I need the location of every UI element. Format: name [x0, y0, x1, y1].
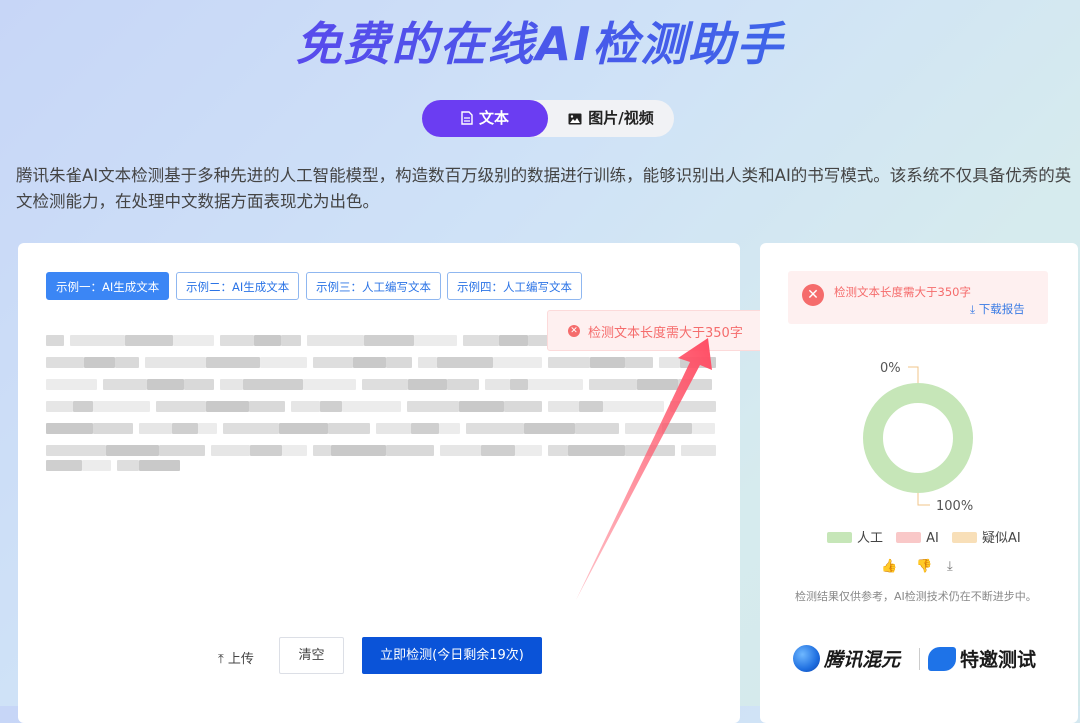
legend-swatch-ai	[896, 532, 922, 543]
label-leader-zero	[908, 366, 919, 383]
hunyuan-logo: 腾讯混元	[793, 645, 900, 672]
legend-item-human[interactable]: 人工	[827, 527, 883, 546]
result-disclaimer: 检测结果仅供参考，AI检测技术仍在不断进步中。	[795, 590, 1037, 603]
legend-item-ai[interactable]: AI	[896, 531, 939, 546]
upload-button[interactable]: ⤒ 上传	[218, 648, 254, 667]
download-icon[interactable]: ⤓	[947, 559, 953, 574]
label-leader-hundred	[917, 493, 930, 506]
legend-swatch-human	[827, 532, 852, 543]
upload-label: 上传	[227, 652, 254, 667]
legend-swatch-suspected-ai	[952, 532, 978, 543]
upload-icon: ⤒	[218, 652, 224, 667]
data-label-hundred: 100%	[936, 499, 973, 514]
hunyuan-logo-mark	[793, 645, 820, 672]
hunyuan-logo-text: 腾讯混元	[824, 649, 901, 671]
result-donut-chart: 0% 100%	[863, 361, 973, 514]
invited-test-logo: 特邀测试	[928, 645, 1036, 672]
error-icon: ✕	[802, 284, 824, 306]
legend-label-suspected-ai: 疑似AI	[982, 531, 1021, 546]
invited-test-logo-text: 特邀测试	[960, 649, 1037, 671]
slice-human[interactable]	[863, 383, 973, 493]
legend-item-suspected-ai[interactable]: 疑似AI	[952, 527, 1021, 546]
invited-test-logo-mark	[928, 647, 956, 671]
legend-label-ai: AI	[926, 531, 939, 546]
result-alert: ✕ 检测文本长度需大于350字 ⤓ 下载报告	[788, 271, 1048, 324]
result-alert-message: 检测文本长度需大于350字	[834, 285, 971, 299]
legend-label-human: 人工	[857, 531, 884, 546]
thumbs-up-icon[interactable]: 👍	[881, 559, 897, 574]
download-icon: ⤓	[970, 302, 976, 316]
logo-divider	[919, 648, 920, 670]
clear-button[interactable]: 清空	[279, 637, 344, 674]
download-report-label: 下载报告	[978, 302, 1025, 316]
detect-button[interactable]: 立即检测(今日剩余19次)	[362, 637, 542, 674]
data-label-zero: 0%	[880, 361, 901, 376]
download-report-link[interactable]: ⤓ 下载报告	[970, 301, 1025, 317]
thumbs-down-icon[interactable]: 👎	[916, 559, 932, 574]
chart-legend: 人工 AI 疑似AI	[827, 527, 1030, 546]
